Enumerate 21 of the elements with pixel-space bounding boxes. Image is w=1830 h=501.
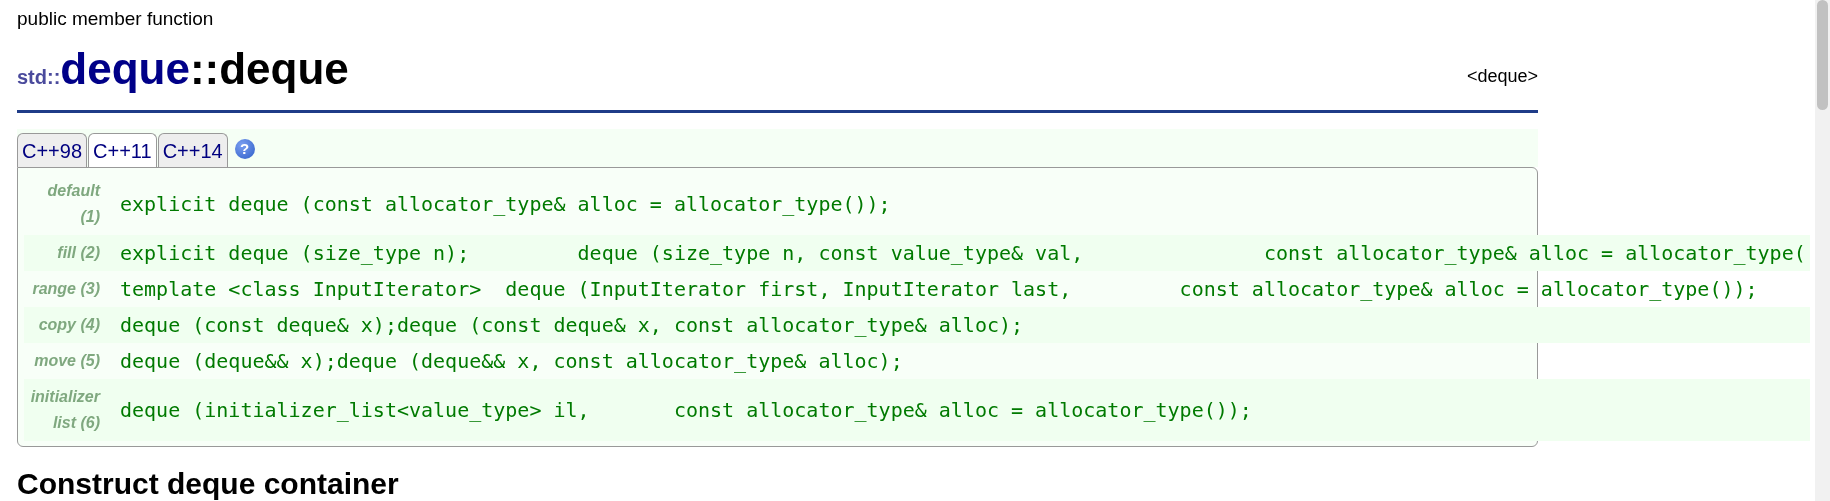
section-heading: Construct deque container [17, 467, 400, 501]
prototype-code: explicit deque (const allocator_type& alloc = allocator_type()); [120, 191, 892, 217]
version-tab[interactable]: C++98 [17, 133, 88, 167]
prototype-code: explicit deque (size_type n); deque (size_type n, const value_type& val, const allocator_type& alloc = allocator_type( [120, 240, 1807, 266]
prototype-label: fill (2) [56, 243, 100, 263]
scrollbar-thumb[interactable] [1817, 0, 1828, 110]
prototype-label: default (1) [46, 181, 100, 227]
scrollbar[interactable] [1815, 0, 1830, 501]
prototype-label: initializer list (6) [29, 387, 100, 433]
prototype-code: deque (initializer_list<value_type> il, const allocator_type& alloc = allocator_type()); [120, 397, 1253, 423]
prototype-code: deque (const deque& x);deque (const deque& x, const allocator_type& alloc); [120, 312, 1025, 338]
page-title: std::deque::deque [17, 44, 349, 95]
version-tab[interactable]: C++14 [157, 133, 228, 167]
prototype-label: copy (4) [37, 315, 100, 335]
prototype-code: deque (deque&& x);deque (deque&& x, const allocator_type& alloc); [120, 348, 904, 374]
version-tab[interactable]: C++11 [88, 133, 157, 168]
page-kind: public member function [17, 8, 215, 30]
prototype-label: move (5) [33, 351, 100, 371]
prototype-label: range (3) [31, 279, 100, 299]
header-name: <deque> [1466, 66, 1538, 87]
prototype-code: template <class InputIterator> deque (InputIterator first, InputIterator last, const allocator_type& alloc = allocator_type()); [120, 276, 1759, 302]
